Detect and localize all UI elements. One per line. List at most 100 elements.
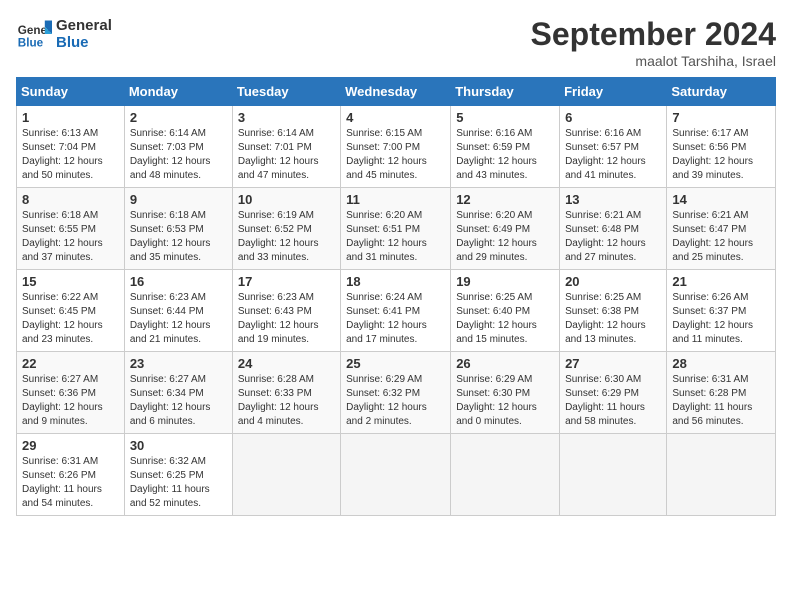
day-info: Sunrise: 6:16 AM Sunset: 6:57 PM Dayligh… xyxy=(565,127,661,183)
day-number: 29 xyxy=(22,438,119,453)
day-number: 15 xyxy=(22,274,119,289)
day-info: Sunrise: 6:32 AM Sunset: 6:25 PM Dayligh… xyxy=(130,455,227,511)
day-number: 3 xyxy=(238,110,335,125)
day-number: 2 xyxy=(130,110,227,125)
calendar-cell: 28Sunrise: 6:31 AM Sunset: 6:28 PM Dayli… xyxy=(667,352,776,434)
day-number: 7 xyxy=(672,110,770,125)
day-info: Sunrise: 6:29 AM Sunset: 6:30 PM Dayligh… xyxy=(456,373,554,429)
weekday-header-friday: Friday xyxy=(560,78,667,106)
day-info: Sunrise: 6:23 AM Sunset: 6:44 PM Dayligh… xyxy=(130,291,227,347)
calendar-cell: 16 Sunrise: 6:23 AM Sunset: 6:44 PM Dayli… xyxy=(124,270,232,352)
calendar-cell: 29 Sunrise: 6:31 AM Sunset: 6:26 PM Dayli… xyxy=(17,434,125,516)
day-number: 30 xyxy=(130,438,227,453)
day-info: Sunrise: 6:21 AM Sunset: 6:47 PM Dayligh… xyxy=(672,209,770,265)
day-number: 27 xyxy=(565,356,661,371)
logo-blue: Blue xyxy=(56,34,112,51)
day-info: Sunrise: 6:26 AM Sunset: 6:37 PM Dayligh… xyxy=(672,291,770,347)
logo: General Blue General Blue xyxy=(16,16,112,52)
calendar-cell: 13 Sunrise: 6:21 AM Sunset: 6:48 PM Dayli… xyxy=(560,188,667,270)
calendar-cell: 8Sunrise: 6:18 AM Sunset: 6:55 PM Daylig… xyxy=(17,188,125,270)
calendar-cell xyxy=(232,434,340,516)
day-number: 6 xyxy=(565,110,661,125)
calendar-cell: 12Sunrise: 6:20 AM Sunset: 6:49 PM Dayli… xyxy=(451,188,560,270)
calendar-cell: 27 Sunrise: 6:30 AM Sunset: 6:29 PM Dayli… xyxy=(560,352,667,434)
calendar-cell: 20 Sunrise: 6:25 AM Sunset: 6:38 PM Dayli… xyxy=(560,270,667,352)
day-info: Sunrise: 6:13 AM Sunset: 7:04 PM Dayligh… xyxy=(22,127,119,183)
day-info: Sunrise: 6:25 AM Sunset: 6:40 PM Dayligh… xyxy=(456,291,554,347)
week-row-2: 8Sunrise: 6:18 AM Sunset: 6:55 PM Daylig… xyxy=(17,188,776,270)
day-number: 25 xyxy=(346,356,445,371)
day-number: 18 xyxy=(346,274,445,289)
calendar-cell xyxy=(560,434,667,516)
day-number: 13 xyxy=(565,192,661,207)
weekday-header-thursday: Thursday xyxy=(451,78,560,106)
day-number: 14 xyxy=(672,192,770,207)
title-block: September 2024 maalot Tarshiha, Israel xyxy=(531,16,776,69)
calendar-cell: 3 Sunrise: 6:14 AM Sunset: 7:01 PM Daylig… xyxy=(232,106,340,188)
day-number: 17 xyxy=(238,274,335,289)
day-info: Sunrise: 6:23 AM Sunset: 6:43 PM Dayligh… xyxy=(238,291,335,347)
calendar-cell: 30 Sunrise: 6:32 AM Sunset: 6:25 PM Dayli… xyxy=(124,434,232,516)
day-number: 20 xyxy=(565,274,661,289)
calendar-cell: 9Sunrise: 6:18 AM Sunset: 6:53 PM Daylig… xyxy=(124,188,232,270)
calendar-cell: 15Sunrise: 6:22 AM Sunset: 6:45 PM Dayli… xyxy=(17,270,125,352)
weekday-header-sunday: Sunday xyxy=(17,78,125,106)
day-info: Sunrise: 6:27 AM Sunset: 6:36 PM Dayligh… xyxy=(22,373,119,429)
day-number: 16 xyxy=(130,274,227,289)
day-number: 1 xyxy=(22,110,119,125)
day-info: Sunrise: 6:28 AM Sunset: 6:33 PM Dayligh… xyxy=(238,373,335,429)
day-info: Sunrise: 6:15 AM Sunset: 7:00 PM Dayligh… xyxy=(346,127,445,183)
calendar-cell xyxy=(341,434,451,516)
day-info: Sunrise: 6:14 AM Sunset: 7:03 PM Dayligh… xyxy=(130,127,227,183)
calendar-cell: 10Sunrise: 6:19 AM Sunset: 6:52 PM Dayli… xyxy=(232,188,340,270)
logo-icon: General Blue xyxy=(16,16,52,52)
location: maalot Tarshiha, Israel xyxy=(531,53,776,69)
day-info: Sunrise: 6:18 AM Sunset: 6:55 PM Dayligh… xyxy=(22,209,119,265)
day-number: 4 xyxy=(346,110,445,125)
day-number: 21 xyxy=(672,274,770,289)
day-info: Sunrise: 6:24 AM Sunset: 6:41 PM Dayligh… xyxy=(346,291,445,347)
calendar-cell: 23Sunrise: 6:27 AM Sunset: 6:34 PM Dayli… xyxy=(124,352,232,434)
day-info: Sunrise: 6:16 AM Sunset: 6:59 PM Dayligh… xyxy=(456,127,554,183)
day-number: 23 xyxy=(130,356,227,371)
week-row-4: 22 Sunrise: 6:27 AM Sunset: 6:36 PM Dayli… xyxy=(17,352,776,434)
calendar-cell: 24 Sunrise: 6:28 AM Sunset: 6:33 PM Dayli… xyxy=(232,352,340,434)
calendar-header-row: SundayMondayTuesdayWednesdayThursdayFrid… xyxy=(17,78,776,106)
calendar-cell xyxy=(451,434,560,516)
weekday-header-wednesday: Wednesday xyxy=(341,78,451,106)
page-header: General Blue General Blue September 2024… xyxy=(16,16,776,69)
calendar-cell: 5 Sunrise: 6:16 AM Sunset: 6:59 PM Daylig… xyxy=(451,106,560,188)
calendar-cell: 26Sunrise: 6:29 AM Sunset: 6:30 PM Dayli… xyxy=(451,352,560,434)
week-row-3: 15Sunrise: 6:22 AM Sunset: 6:45 PM Dayli… xyxy=(17,270,776,352)
calendar-cell: 18 Sunrise: 6:24 AM Sunset: 6:41 PM Dayli… xyxy=(341,270,451,352)
weekday-header-saturday: Saturday xyxy=(667,78,776,106)
day-info: Sunrise: 6:14 AM Sunset: 7:01 PM Dayligh… xyxy=(238,127,335,183)
weekday-header-tuesday: Tuesday xyxy=(232,78,340,106)
logo-general: General xyxy=(56,17,112,34)
calendar-cell: 11 Sunrise: 6:20 AM Sunset: 6:51 PM Dayli… xyxy=(341,188,451,270)
day-number: 11 xyxy=(346,192,445,207)
calendar-cell: 19 Sunrise: 6:25 AM Sunset: 6:40 PM Dayli… xyxy=(451,270,560,352)
svg-text:Blue: Blue xyxy=(18,37,44,50)
weekday-header-monday: Monday xyxy=(124,78,232,106)
day-info: Sunrise: 6:20 AM Sunset: 6:51 PM Dayligh… xyxy=(346,209,445,265)
day-info: Sunrise: 6:30 AM Sunset: 6:29 PM Dayligh… xyxy=(565,373,661,429)
day-number: 24 xyxy=(238,356,335,371)
calendar-table: SundayMondayTuesdayWednesdayThursdayFrid… xyxy=(16,77,776,516)
day-info: Sunrise: 6:31 AM Sunset: 6:28 PM Dayligh… xyxy=(672,373,770,429)
calendar-cell: 25Sunrise: 6:29 AM Sunset: 6:32 PM Dayli… xyxy=(341,352,451,434)
calendar-cell: 17 Sunrise: 6:23 AM Sunset: 6:43 PM Dayli… xyxy=(232,270,340,352)
calendar-cell: 1 Sunrise: 6:13 AM Sunset: 7:04 PM Daylig… xyxy=(17,106,125,188)
month-title: September 2024 xyxy=(531,16,776,53)
day-info: Sunrise: 6:25 AM Sunset: 6:38 PM Dayligh… xyxy=(565,291,661,347)
day-number: 5 xyxy=(456,110,554,125)
day-info: Sunrise: 6:21 AM Sunset: 6:48 PM Dayligh… xyxy=(565,209,661,265)
day-number: 22 xyxy=(22,356,119,371)
day-number: 19 xyxy=(456,274,554,289)
day-info: Sunrise: 6:31 AM Sunset: 6:26 PM Dayligh… xyxy=(22,455,119,511)
calendar-cell: 4 Sunrise: 6:15 AM Sunset: 7:00 PM Daylig… xyxy=(341,106,451,188)
calendar-cell: 14 Sunrise: 6:21 AM Sunset: 6:47 PM Dayli… xyxy=(667,188,776,270)
week-row-5: 29 Sunrise: 6:31 AM Sunset: 6:26 PM Dayli… xyxy=(17,434,776,516)
day-info: Sunrise: 6:17 AM Sunset: 6:56 PM Dayligh… xyxy=(672,127,770,183)
calendar-cell: 21 Sunrise: 6:26 AM Sunset: 6:37 PM Dayli… xyxy=(667,270,776,352)
